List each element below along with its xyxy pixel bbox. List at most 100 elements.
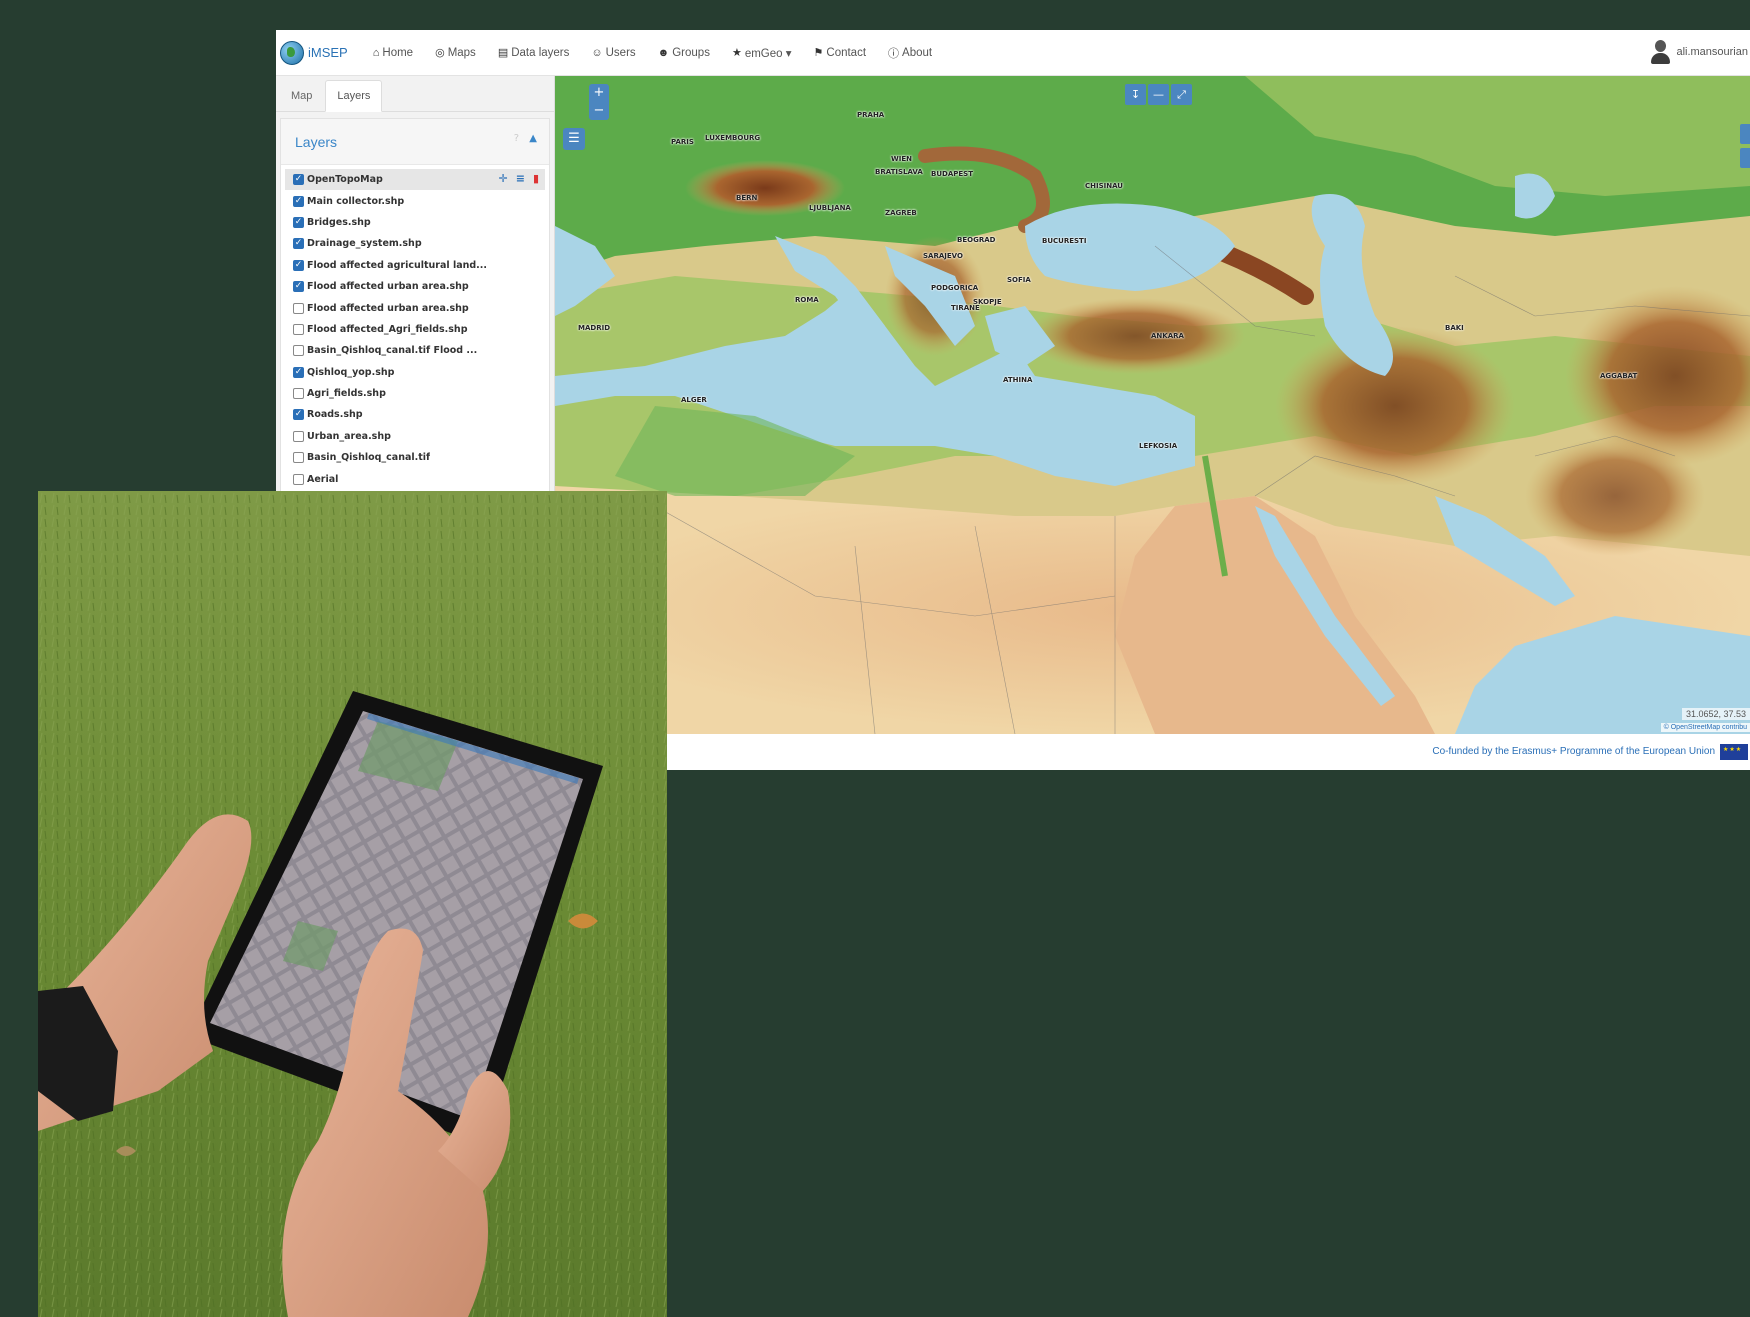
nav-contact[interactable]: ⚑ Contact [813, 46, 867, 60]
layer-row[interactable]: Drainage_system.shp [285, 233, 545, 254]
nav-groups[interactable]: ☻ Groups [658, 47, 710, 59]
nav-about[interactable]: ⓘ About [888, 45, 932, 61]
layer-row[interactable]: Flood affected_Agri_fields.shp [285, 319, 545, 340]
layer-checkbox[interactable] [293, 452, 304, 464]
zoom-out-button[interactable]: − [589, 102, 609, 120]
layer-row[interactable]: Flood affected urban area.shp [285, 297, 545, 318]
city-label: WIEN [891, 155, 912, 163]
nav-label: emGeo ▾ [744, 47, 792, 60]
city-label: SARAJEVO [923, 252, 963, 260]
city-label: LJUBLJANA [809, 204, 851, 212]
tab-map[interactable]: Map [280, 81, 323, 111]
layer-label: Bridges.shp [307, 216, 371, 228]
nav-users[interactable]: ☺ Users [591, 47, 635, 59]
layer-checkbox[interactable] [293, 216, 304, 228]
user-menu[interactable]: ali.mansourian [1650, 39, 1748, 65]
city-label: ROMA [795, 296, 819, 304]
side-control-button[interactable] [1740, 148, 1750, 168]
layer-label: Flood affected_Agri_fields.shp [307, 323, 468, 335]
zoom-to-layer-icon[interactable]: ✛ [499, 172, 508, 185]
panel-title: Layers [295, 133, 338, 150]
layer-row-tools: ✛ ≡ ▮ [499, 172, 540, 185]
layer-checkbox[interactable] [293, 259, 304, 271]
zoom-in-button[interactable]: + [589, 84, 609, 102]
layer-row[interactable]: Roads.shp [285, 404, 545, 425]
brand-logo[interactable]: iMSEP [280, 40, 348, 65]
layer-checkbox[interactable] [293, 302, 304, 314]
city-label: BEOGRAD [957, 236, 996, 244]
terrain-basemap [555, 76, 1750, 734]
layers-panel-header: Layers ? ▲ [281, 119, 549, 165]
layer-label: Basin_Qishloq_canal.tif Flood ... [307, 345, 478, 357]
layer-checkbox[interactable] [293, 473, 304, 485]
city-label: ZAGREB [885, 209, 917, 217]
layer-checkbox[interactable] [293, 430, 304, 442]
layer-checkbox[interactable] [293, 323, 304, 335]
city-label: BUCURESTI [1042, 237, 1087, 245]
layer-row[interactable]: Main collector.shp [285, 190, 545, 211]
city-label: PODGORICA [931, 284, 979, 292]
layer-row[interactable]: Qishloq_yop.shp [285, 362, 545, 383]
layer-menu-icon[interactable]: ≡ [516, 172, 525, 185]
side-control-button[interactable] [1740, 124, 1750, 144]
fullscreen-button[interactable]: ⤢ [1171, 84, 1192, 105]
mouse-coordinates: 31.0652, 37.53 [1681, 708, 1750, 720]
layer-row[interactable]: Urban_area.shp [285, 426, 545, 447]
layer-row[interactable]: Bridges.shp [285, 212, 545, 233]
database-icon: ▤ [497, 47, 509, 59]
users-icon: ☺ [591, 46, 603, 59]
footer: Co-funded by the Erasmus+ Programme of t… [555, 734, 1750, 770]
layer-label: Qishloq_yop.shp [307, 366, 395, 378]
brand-name: iMSEP [308, 45, 348, 60]
layer-checkbox[interactable] [293, 238, 304, 250]
layer-checkbox[interactable] [293, 388, 304, 400]
layer-checkbox[interactable] [293, 281, 304, 293]
measure-tool-button[interactable]: — [1148, 84, 1169, 105]
layer-label: Roads.shp [307, 409, 363, 421]
layer-label: Flood affected urban area.shp [307, 302, 469, 314]
layer-row[interactable]: Flood affected urban area.shp [285, 276, 545, 297]
nav-data-layers[interactable]: ▤ Data layers [497, 46, 570, 60]
delete-layer-icon[interactable]: ▮ [533, 172, 539, 185]
funding-text: Co-funded by the Erasmus+ Programme of t… [1432, 746, 1715, 757]
layer-checkbox[interactable] [293, 366, 304, 378]
layer-row[interactable]: Flood affected agricultural land... [285, 255, 545, 276]
nav-label: Data layers [511, 46, 570, 59]
nav-label: About [902, 46, 933, 59]
nav-emgeo-dropdown[interactable]: ★ emGeo ▾ [732, 46, 792, 60]
layer-row[interactable]: Basin_Qishloq_canal.tif Flood ... [285, 340, 545, 361]
city-label: MADRID [578, 324, 610, 332]
city-label: BUDAPEST [931, 170, 973, 178]
groups-icon: ☻ [657, 46, 670, 59]
city-label: SOFIA [1007, 276, 1031, 284]
zoom-control: + − [589, 84, 609, 120]
layer-label: Urban_area.shp [307, 430, 391, 442]
layer-checkbox[interactable] [293, 409, 304, 421]
layer-list: OpenTopoMap ✛ ≡ ▮ Main collector.shp Bridges.… [281, 165, 549, 494]
nav-label: Groups [672, 46, 710, 59]
layer-checkbox[interactable] [293, 345, 304, 357]
layer-label: Flood affected agricultural land... [307, 259, 488, 271]
layer-checkbox[interactable] [293, 195, 304, 207]
layer-switcher-button[interactable]: ☰ [563, 128, 585, 150]
download-tool-button[interactable]: ↧ [1125, 84, 1146, 105]
layer-row[interactable]: Agri_fields.shp [285, 383, 545, 404]
map-toolbar: ↧ — ⤢ [1125, 84, 1192, 105]
map-attribution[interactable]: © OpenStreetMap contribu [1660, 723, 1750, 732]
city-label: TIRANE [951, 304, 980, 312]
layer-row[interactable]: Basin_Qishloq_canal.tif [285, 447, 545, 468]
map-view[interactable]: PRAHA PARIS LUXEMBOURG WIEN BRATISLAVA BUDAPE… [555, 76, 1750, 734]
sidebar-tabs: Map Layers [276, 76, 554, 112]
layer-label: Basin_Qishloq_canal.tif [307, 452, 431, 464]
collapse-icon[interactable]: ▲ [529, 133, 537, 144]
layer-checkbox[interactable] [293, 174, 304, 186]
flag-icon: ⚑ [813, 47, 824, 59]
layer-row[interactable]: OpenTopoMap ✛ ≡ ▮ [285, 169, 545, 191]
tab-layers[interactable]: Layers [325, 80, 383, 112]
nav-home[interactable]: ⌂ Home [373, 47, 413, 59]
hand-holding-tablet-image [38, 491, 667, 1317]
nav-maps[interactable]: ◎ Maps [435, 46, 476, 60]
home-icon: ⌂ [372, 46, 380, 59]
layer-row[interactable]: Aerial [285, 468, 545, 489]
help-icon[interactable]: ? [514, 133, 519, 144]
